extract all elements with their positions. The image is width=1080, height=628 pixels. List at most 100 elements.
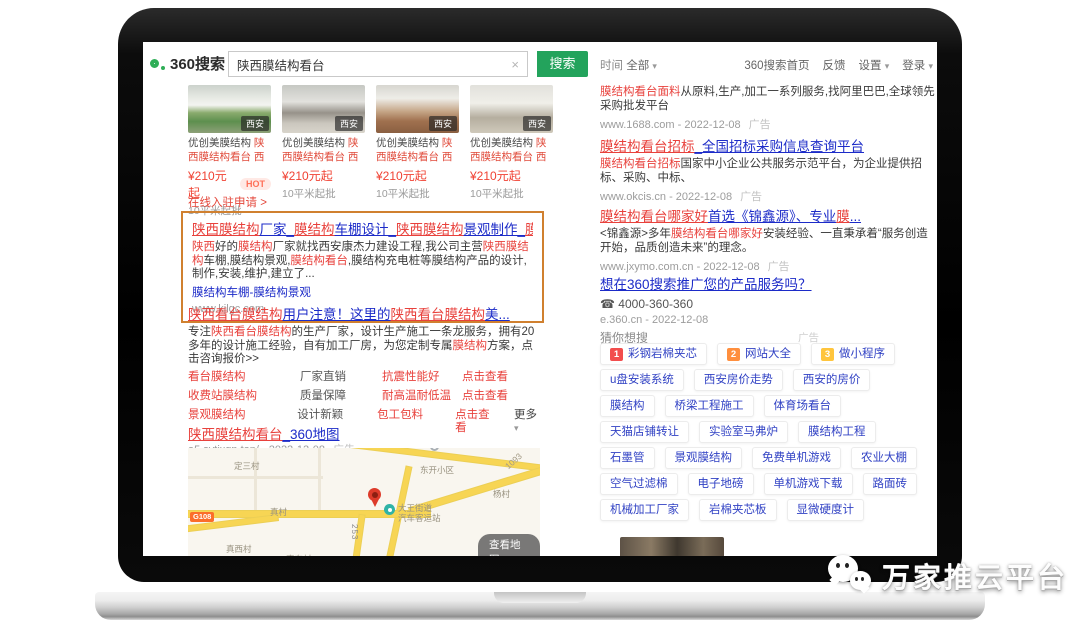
logo-360-icon: [150, 59, 159, 68]
result-sublink[interactable]: 膜结构车棚-膜结构景观: [192, 284, 533, 300]
product-photo[interactable]: 西安: [470, 85, 553, 133]
product-title[interactable]: 优创美膜结构 陕西膜结构看台 西安膜结...: [282, 136, 365, 165]
related-search-tag[interactable]: 景观膜结构: [665, 447, 743, 469]
logo-360[interactable]: 360搜索: [150, 53, 225, 74]
sitelink-cta[interactable]: 点击查看: [462, 371, 508, 384]
product-moq: 10平米起批: [282, 186, 365, 201]
related-search-tag[interactable]: 显微硬度计: [787, 499, 865, 521]
related-search-tag[interactable]: 西安房价走势: [694, 369, 783, 391]
product-title[interactable]: 优创美膜结构 陕西膜结构看台 西安膜结...: [188, 136, 271, 165]
product-photo[interactable]: 西安: [188, 85, 271, 133]
product-card[interactable]: 西安 优创美膜结构 陕西膜结构看台 西安膜结... ¥210元起 10平米起批: [376, 85, 459, 218]
nav-feedback-link[interactable]: 反馈: [823, 57, 846, 73]
related-search-tag[interactable]: 机械加工厂家: [600, 499, 689, 521]
search-button[interactable]: 搜索: [537, 51, 588, 77]
city-badge: 西安: [523, 116, 551, 131]
related-search-tag[interactable]: 路面砖: [863, 473, 918, 495]
result-snippet: 膜结构看台招标国家中小企业公共服务示范平台，为企业提供招标、采购、中标、: [600, 158, 936, 185]
sitelink[interactable]: 看台膜结构: [188, 371, 300, 384]
product-title[interactable]: 优创美膜结构 陕西膜结构看台 西安膜结...: [470, 136, 553, 165]
map-result-title-link[interactable]: 陕西膜结构看台_360地图: [188, 423, 544, 443]
related-search-tag[interactable]: 膜结构工程: [798, 421, 876, 443]
map-marker-icon[interactable]: [368, 488, 381, 501]
product-moq: 10平米起批: [470, 186, 553, 201]
nav-login-link[interactable]: 登录 ▾: [902, 57, 933, 73]
related-search-tag[interactable]: 免费单机游戏: [752, 447, 841, 469]
related-search-tag[interactable]: 1彩钢岩棉夹芯: [600, 343, 707, 365]
related-search-tag[interactable]: 2网站大全: [717, 343, 801, 365]
map-road-badge: G108: [190, 512, 214, 522]
product-card[interactable]: 西安 优创美膜结构 陕西膜结构看台 西安膜结... ¥210元起 10平米起批: [282, 85, 365, 218]
rank-2-badge: 2: [727, 348, 740, 361]
nav-home-link[interactable]: 360搜索首页: [744, 57, 809, 73]
search-input[interactable]: 陕西膜结构看台 ×: [228, 51, 528, 77]
map-preview[interactable]: 定三村 东开小区 杨村 1093 G108 真村 大王街道 汽车客运站 253 …: [188, 448, 540, 556]
map-label: 汽车客运站: [398, 512, 441, 524]
clear-icon[interactable]: ×: [511, 57, 519, 72]
time-filter[interactable]: 时间 全部 ▾: [600, 57, 657, 73]
page: 360搜索 陕西膜结构看台 × 搜索 时间 全部 ▾ 360搜索首页 反馈 设置…: [0, 0, 1080, 628]
logo-dot-icon: [161, 66, 165, 70]
product-price: ¥210元起: [376, 167, 427, 184]
result-url: www.okcis.cn - 2022-12-08广告: [600, 188, 936, 204]
result-title-link[interactable]: 膜结构看台哪家好首选《锦鑫源》、专业膜...: [600, 205, 936, 225]
related-search-tag[interactable]: 天猫店铺转让: [600, 421, 689, 443]
related-search-tag[interactable]: 岩棉夹芯板: [699, 499, 777, 521]
related-search-tag[interactable]: 西安的房价: [793, 369, 871, 391]
related-search-tag[interactable]: 体育场看台: [764, 395, 842, 417]
result-url: www.jxymo.com.cn - 2022-12-08广告: [600, 258, 936, 274]
city-badge: 西安: [241, 116, 269, 131]
map-minor-road: [254, 448, 257, 512]
result-title-link[interactable]: 陕西膜结构厂家_膜结构车棚设计_陕西膜结构景观制作_膜结构看...: [192, 218, 533, 238]
logo-text: 360搜索: [170, 53, 225, 74]
hot-badge: HOT: [240, 178, 271, 190]
map-label: 东开小区: [420, 464, 454, 476]
sitelink-cta[interactable]: 点击查看: [462, 390, 508, 403]
nav-settings-link[interactable]: 设置 ▾: [859, 57, 890, 73]
product-moq: 10平米起批: [376, 186, 459, 201]
related-search-tag[interactable]: 石墨管: [600, 447, 655, 469]
related-search-tag[interactable]: 单机游戏下载: [764, 473, 853, 495]
related-search-tag[interactable]: 农业大棚: [851, 447, 917, 469]
related-search-tag[interactable]: 空气过滤棉: [600, 473, 678, 495]
phone-row: ☎ 4000-360-360: [600, 297, 936, 311]
result-snippet: <锦鑫源>多年膜结构看台哪家好安装经验、一直秉承着“服务创造开始，品质创造未来”…: [600, 228, 936, 255]
tag-row: 空气过滤棉 电子地磅 单机游戏下载 路面砖: [600, 473, 917, 495]
related-search-tag[interactable]: 3做小程序: [811, 343, 895, 365]
sitelink[interactable]: 收费站膜结构: [188, 390, 300, 403]
sitelink-row: 收费站膜结构 质量保障 耐高温耐低温 点击查看: [188, 390, 544, 403]
chevron-down-icon: ▾: [928, 61, 933, 71]
phone-number: 4000-360-360: [618, 297, 693, 311]
apply-link[interactable]: 在线入驻申请 >: [188, 194, 267, 210]
related-search-tag[interactable]: 电子地磅: [688, 473, 754, 495]
result-url: www.1688.com - 2022-12-08广告: [600, 116, 936, 132]
city-badge: 西安: [429, 116, 457, 131]
tag-row: 天猫店铺转让 实验室马弗炉 膜结构工程: [600, 421, 876, 443]
product-photo[interactable]: 西安: [376, 85, 459, 133]
related-search-tag[interactable]: 实验室马弗炉: [699, 421, 788, 443]
result-snippet: 膜结构看台面料从原料,生产,加工一系列服务,找阿里巴巴,全球领先采购批发平台: [600, 86, 936, 113]
search-query[interactable]: 陕西膜结构看台: [237, 55, 511, 74]
related-search-tag[interactable]: 膜结构: [600, 395, 655, 417]
map-label: 真西村: [226, 543, 252, 555]
product-photo[interactable]: 西安: [282, 85, 365, 133]
related-search-tag[interactable]: 桥梁工程施工: [665, 395, 754, 417]
product-price-row: ¥210元起: [376, 167, 459, 184]
map-road-number: 253: [350, 524, 359, 540]
map-label: 杨村: [493, 488, 510, 500]
promo-title-link[interactable]: 想在360搜索推广您的产品服务吗？: [600, 273, 936, 293]
view-map-button[interactable]: 查看地图: [478, 534, 540, 556]
result-title-link[interactable]: 陕西看台膜结构用户注意！这里的陕西看台膜结构美...: [188, 303, 544, 323]
wechat-icon: [826, 553, 874, 599]
product-price: ¥210元起: [282, 167, 333, 184]
header-nav: 360搜索首页 反馈 设置 ▾ 登录 ▾: [744, 57, 933, 73]
search-header: 360搜索 陕西膜结构看台 × 搜索 时间 全部 ▾ 360搜索首页 反馈 设置…: [143, 50, 937, 82]
chevron-down-icon: ▾: [885, 61, 890, 71]
map-label: 定三村: [234, 460, 260, 472]
ad-label: 广告: [749, 119, 771, 131]
product-title[interactable]: 优创美膜结构 陕西膜结构看台 西安膜结...: [376, 136, 459, 165]
product-card[interactable]: 西安 优创美膜结构 陕西膜结构看台 西安膜结... ¥210元起 10平米起批: [470, 85, 553, 218]
product-price: ¥210元起: [470, 167, 521, 184]
related-search-tag[interactable]: u盘安装系统: [600, 369, 684, 391]
result-title-link[interactable]: 膜结构看台招标_全国招标采购信息查询平台: [600, 135, 936, 155]
